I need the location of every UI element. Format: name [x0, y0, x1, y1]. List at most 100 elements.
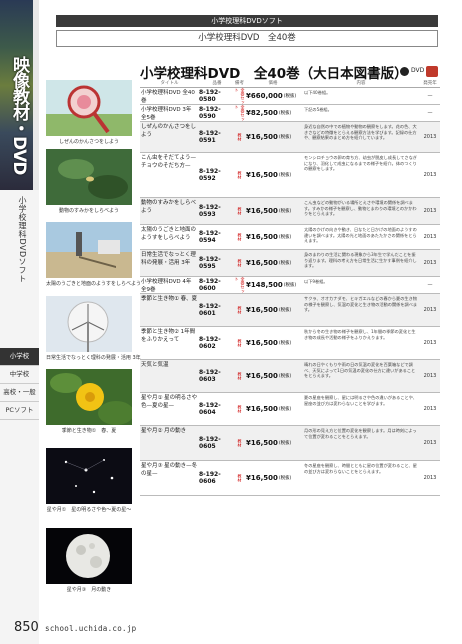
sidebar: 映像教材・DVDソフト 小学校理科DVDソフト 小学校 中学校 高校・一般 PC…: [0, 0, 39, 644]
dvd-disc-icon: [400, 67, 409, 76]
cell-price: ¥660,000 (税抜): [244, 88, 302, 104]
column-header-title: タイトル: [160, 81, 179, 86]
cell-price: ¥16,500 (税抜): [244, 294, 302, 326]
image-card: 日常生活でなっとく理科の発展・活用 3年: [46, 296, 141, 361]
cell-year: 2013: [423, 260, 437, 266]
price-tax-label: (税抜): [278, 135, 292, 140]
table-row: 動物のすみかをしらべよう 8-192-0593 教材 ¥16,500 (税抜) こん虫など…: [140, 198, 440, 225]
price-tax-label: (税抜): [278, 235, 292, 240]
cell-title: 星や月① 星の明るさや色—夏の星—: [141, 395, 198, 409]
image-sun-shadow: [46, 222, 132, 278]
cell-price: ¥16,500 (税抜): [244, 122, 302, 152]
cell-title: 天気と気温: [141, 362, 169, 368]
table-row: 季節と生き物② 1年間をふりかえって 8-192-0602 教材 ¥16,500 (税抜…: [140, 327, 440, 360]
cell-desc: サクラ、オオカナダモ、ヒキガエルなどの春から夏の生き物の様子を観察し、気温の変化…: [304, 296, 418, 313]
image-card: しぜんのかんさつをしよう: [46, 80, 132, 145]
column-header-price: 価格: [268, 81, 278, 86]
image-animal-habitat: [46, 149, 132, 205]
cell-desc: 晴れの日やくもりや雨の日の気温の変化を百葉箱などで調べ、天気によって1日の気温の…: [304, 362, 416, 379]
title-icons: DVD: [400, 66, 440, 78]
cell-year: 2013: [423, 340, 437, 346]
price-value: ¥16,500: [246, 133, 278, 141]
cell-year: —: [427, 93, 433, 99]
cell-note: 教材: [237, 405, 243, 413]
price-tax-label: (税抜): [283, 94, 297, 99]
cell-title: 季節と生き物② 1年間をふりかえって: [141, 329, 196, 343]
cell-note: 教材: [237, 306, 243, 314]
cell-desc: 身のまわりの生活に関わる現象から3年生で学んだことを振り返ります。理科の考え方を…: [304, 252, 417, 269]
table-row: 星や月② 月の動き 8-192-0605 教材 ¥16,500 (税抜) 月の形の見え方と…: [140, 426, 440, 461]
section-header-bar: 小学校理科DVDソフト: [56, 15, 438, 27]
cell-price: ¥16,500 (税抜): [244, 225, 302, 249]
image-card: 星や月③ 月の動き: [46, 528, 132, 593]
cell-desc: 秋から冬の生き物の様子を観察し、1年間の季節の変化と生き物の成長や活動の様子をふ…: [304, 329, 416, 340]
cell-year: —: [427, 282, 433, 288]
cell-price: ¥16,500 (税抜): [244, 461, 302, 495]
cell-title: 小学校理科DVD 4年 全9巻: [141, 279, 192, 293]
price-value: ¥16,500: [246, 439, 278, 447]
cell-year: 2013: [423, 208, 437, 214]
price-tax-label: (税抜): [278, 374, 292, 379]
cell-code: 8-192-0592: [199, 168, 221, 182]
sidebar-item-elementary[interactable]: 小学校: [0, 348, 39, 366]
cell-year: 2013: [423, 172, 437, 178]
cell-note: 教材: [237, 207, 243, 215]
sidebar-item-high-school[interactable]: 高校・一般: [0, 384, 39, 402]
cell-desc: 身近な自然の中での植物や動物の観察をします。花の色、大きさなどの特徴をとらえる観…: [304, 124, 417, 141]
cell-desc: 下記の5巻組。: [304, 107, 332, 112]
cell-price: ¥16,500 (税抜): [244, 393, 302, 425]
cell-price: ¥148,500 (税抜): [244, 277, 302, 293]
price-tax-label: (税抜): [278, 441, 292, 446]
image-magnifier-flower: [46, 80, 132, 136]
image-card: 星や月① 星の明るさや色〜夏の星〜: [46, 448, 132, 513]
image-night-sky-stars: [46, 448, 132, 504]
cell-year: 2013: [423, 373, 437, 379]
sidebar-section-title: 小学校理科DVDソフト: [18, 196, 27, 284]
price-value: ¥660,000: [246, 92, 283, 100]
price-value: ¥16,500: [246, 339, 278, 347]
cell-title: 星や月② 月の動き: [141, 428, 187, 434]
cell-code: 8-192-0595: [199, 256, 221, 270]
image-caption: 太陽のうごきと地面のようすをしらべよう: [46, 281, 142, 287]
price-tax-label: (税抜): [278, 261, 292, 266]
sidebar-vertical-title: 映像教材・DVDソフト: [9, 56, 29, 175]
cell-price: ¥16,500 (税抜): [244, 327, 302, 359]
cell-price: ¥16,500 (税抜): [244, 198, 302, 224]
cell-note: 教材: [237, 339, 243, 347]
page-number: 850: [14, 620, 39, 635]
cell-desc: 以下40巻組。: [304, 90, 331, 95]
price-value: ¥16,500: [246, 233, 278, 241]
image-card: 季節と生き物① 春、夏: [46, 369, 132, 434]
cell-price: ¥16,500 (税抜): [244, 360, 302, 392]
cell-title: 日常生活でなっとく理科の発展・活用 3年: [141, 252, 196, 266]
price-tax-label: (税抜): [278, 173, 292, 178]
table-row: 季節と生き物① 春、夏 8-192-0601 教材 ¥16,500 (税抜) サクラ、オオ…: [140, 294, 440, 327]
cell-title: 季節と生き物① 春、夏: [141, 296, 198, 302]
image-card: 太陽のうごきと地面のようすをしらべよう: [46, 222, 142, 287]
cell-code: 8-192-0603: [199, 369, 221, 383]
image-caption: 季節と生き物① 春、夏: [61, 428, 117, 434]
table-body: 小学校理科DVD 全40巻 8-192-0580 全巻セット ¥660,000 (税抜)…: [140, 88, 440, 496]
table-row: こん虫をそだてよう—チョウのそだち方— 8-192-0592 教材 ¥16,500 (税…: [140, 153, 440, 198]
price-value: ¥148,500: [246, 281, 283, 289]
image-caption: しぜんのかんさつをしよう: [58, 139, 119, 145]
cell-code: 8-192-0580: [199, 89, 221, 103]
cell-code: 8-192-0606: [199, 471, 221, 485]
cell-note: 教材: [237, 439, 243, 447]
cell-title: 小学校理科DVD 3年 全5巻: [141, 107, 192, 121]
column-header-year: 発売年: [423, 81, 437, 86]
table-row: 太陽のうごきと地面のようすをしらべよう 8-192-0594 教材 ¥16,500 (税…: [140, 225, 440, 250]
price-tax-label: (税抜): [278, 308, 292, 313]
price-tax-label: (税抜): [278, 407, 292, 412]
cell-note: 全巻セット: [234, 105, 246, 121]
cell-code: 8-192-0591: [199, 130, 221, 144]
image-caption: 星や月③ 月の動き: [66, 587, 112, 593]
price-tax-label: (税抜): [283, 283, 297, 288]
table-row: 星や月① 星の明るさや色—夏の星— 8-192-0604 教材 ¥16,500 (税抜)…: [140, 393, 440, 426]
sidebar-item-junior-high[interactable]: 中学校: [0, 366, 39, 384]
cell-desc: 以下9巻組。: [304, 279, 328, 284]
table-row: 天気と気温 8-192-0603 教材 ¥16,500 (税抜) 晴れの日やくもりや雨の日…: [140, 360, 440, 393]
cell-code: 8-192-0601: [199, 303, 221, 317]
sidebar-item-pc-software[interactable]: PCソフト: [0, 402, 39, 420]
footer-url[interactable]: school.uchida.co.jp: [45, 624, 137, 633]
